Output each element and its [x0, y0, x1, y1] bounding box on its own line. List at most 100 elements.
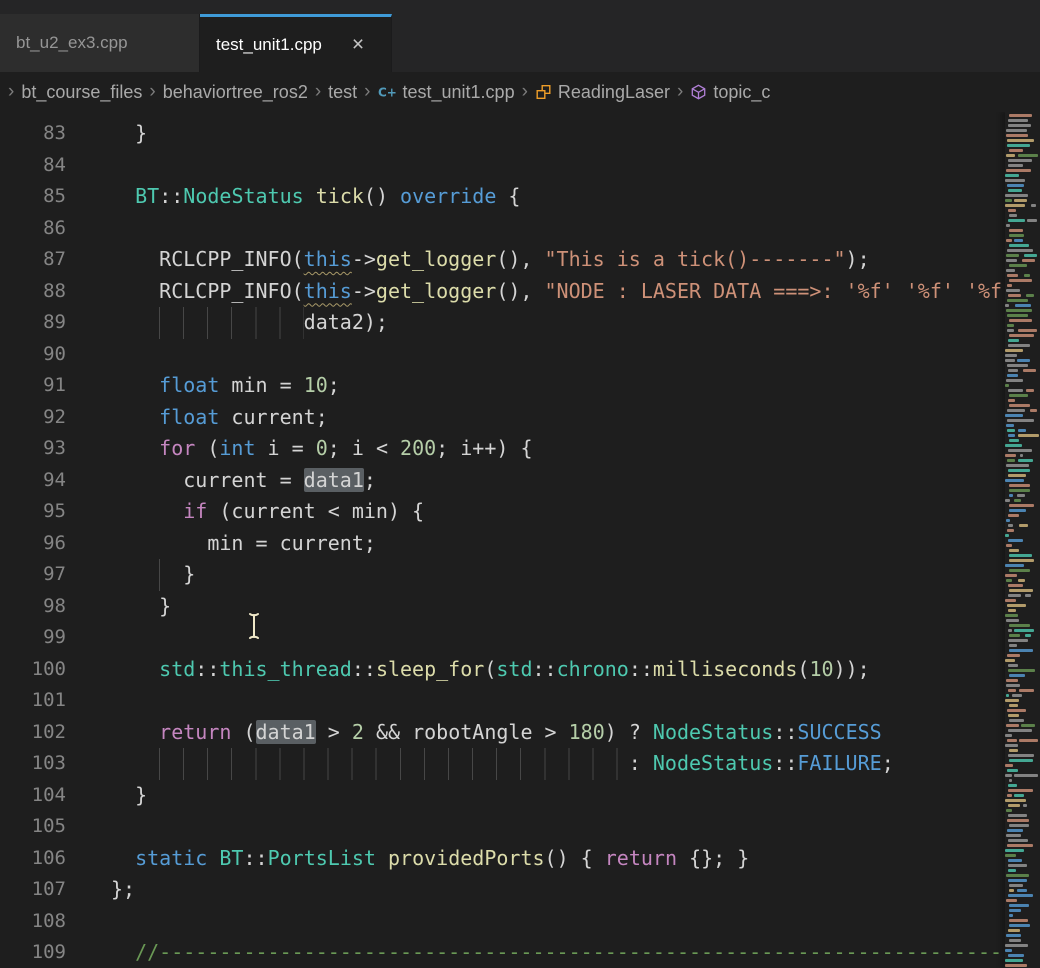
- line-number[interactable]: 98: [0, 591, 66, 623]
- line-number[interactable]: 89: [0, 307, 66, 339]
- code-line[interactable]: 94 current = data1;: [0, 465, 1040, 497]
- line-number[interactable]: 105: [0, 811, 66, 843]
- line-number[interactable]: 94: [0, 465, 66, 497]
- minimap-mark: [1014, 794, 1023, 797]
- close-icon[interactable]: ×: [352, 34, 364, 55]
- minimap-mark: [1006, 519, 1010, 522]
- line-number[interactable]: 103: [0, 748, 66, 780]
- tab-label: bt_u2_ex3.cpp: [16, 33, 128, 53]
- minimap-mark: [1009, 234, 1024, 237]
- line-number[interactable]: 86: [0, 213, 66, 245]
- code-line[interactable]: 95 if (current < min) {: [0, 496, 1040, 528]
- minimap-mark: [1008, 434, 1015, 437]
- method-symbol-icon: [690, 84, 707, 100]
- tab-label: test_unit1.cpp: [216, 35, 322, 55]
- minimap-mark: [1017, 359, 1030, 362]
- code-line[interactable]: 109 //----------------------------------…: [0, 937, 1040, 968]
- line-number[interactable]: 91: [0, 370, 66, 402]
- code-line[interactable]: 98 }: [0, 591, 1040, 623]
- line-number[interactable]: 97: [0, 559, 66, 591]
- code-line[interactable]: 92 float current;: [0, 402, 1040, 434]
- minimap-mark: [1009, 924, 1030, 927]
- code-line[interactable]: 85 BT::NodeStatus tick() override {: [0, 181, 1040, 213]
- code-line[interactable]: 97 }: [0, 559, 1040, 591]
- minimap-mark: [1007, 739, 1017, 742]
- code-line[interactable]: 87 RCLCPP_INFO(this->get_logger(), "This…: [0, 244, 1040, 276]
- breadcrumb-label: bt_course_files: [21, 82, 142, 103]
- breadcrumb-item-behaviortree_ros2[interactable]: behaviortree_ros2: [158, 82, 313, 103]
- minimap-mark: [1008, 594, 1021, 597]
- code-line[interactable]: 100 std::this_thread::sleep_for(std::chr…: [0, 654, 1040, 686]
- code-token: ->: [352, 247, 376, 271]
- minimap-mark: [1014, 239, 1023, 242]
- line-number[interactable]: 96: [0, 528, 66, 560]
- line-number[interactable]: 104: [0, 780, 66, 812]
- line-number[interactable]: 90: [0, 339, 66, 371]
- code-line[interactable]: 104 }: [0, 780, 1040, 812]
- line-number[interactable]: 95: [0, 496, 66, 528]
- code-token: BT: [135, 184, 159, 208]
- breadcrumb-item-test_unit1.cpp[interactable]: C+test_unit1.cpp: [373, 82, 520, 103]
- vscode-editor-window: { "colors": { "accent": "#3f9bd8", "edit…: [0, 0, 1040, 968]
- minimap-mark: [1005, 304, 1009, 307]
- code-line[interactable]: 106 static BT::PortsList providedPorts()…: [0, 843, 1040, 875]
- code-line[interactable]: 91 float min = 10;: [0, 370, 1040, 402]
- line-number[interactable]: 92: [0, 402, 66, 434]
- code-line[interactable]: 107};: [0, 874, 1040, 906]
- breadcrumb-item-bt_course_files[interactable]: bt_course_files: [16, 82, 147, 103]
- code-line[interactable]: 89 data2);: [0, 307, 1040, 339]
- code-token: ::: [195, 657, 219, 681]
- tab-test_unit1.cpp[interactable]: test_unit1.cpp ×: [200, 14, 392, 72]
- line-number[interactable]: 101: [0, 685, 66, 717]
- code-token: return: [159, 720, 231, 744]
- line-number[interactable]: 106: [0, 843, 66, 875]
- line-number[interactable]: 85: [0, 181, 66, 213]
- code-editor[interactable]: 83 }8485 BT::NodeStatus tick() override …: [0, 112, 1040, 968]
- minimap-mark: [1018, 434, 1039, 437]
- minimap-mark: [1008, 159, 1032, 162]
- minimap-mark: [1007, 604, 1026, 607]
- breadcrumb-item-test[interactable]: test: [323, 82, 362, 103]
- minimap-mark: [1008, 469, 1030, 472]
- minimap-mark: [1005, 574, 1017, 577]
- line-number[interactable]: 87: [0, 244, 66, 276]
- line-number[interactable]: 93: [0, 433, 66, 465]
- breadcrumb-item-ReadingLaser[interactable]: ReadingLaser: [530, 82, 675, 103]
- breadcrumb-item-topic_c[interactable]: topic_c: [685, 82, 775, 103]
- line-number[interactable]: 88: [0, 276, 66, 308]
- code-token: ->: [352, 279, 376, 303]
- line-number[interactable]: 83: [0, 118, 66, 150]
- tab-bt_u2_ex3.cpp[interactable]: bt_u2_ex3.cpp: [0, 14, 200, 72]
- line-number[interactable]: 102: [0, 717, 66, 749]
- line-number[interactable]: 84: [0, 150, 66, 182]
- code-text: }: [111, 591, 171, 623]
- minimap-mark: [1009, 914, 1013, 917]
- line-number[interactable]: 107: [0, 874, 66, 906]
- code-line[interactable]: 105: [0, 811, 1040, 843]
- code-line[interactable]: 102 return (data1 > 2 && robotAngle > 18…: [0, 717, 1040, 749]
- code-line[interactable]: 88 RCLCPP_INFO(this->get_logger(), "NODE…: [0, 276, 1040, 308]
- code-line[interactable]: 93 for (int i = 0; i < 200; i++) {: [0, 433, 1040, 465]
- minimap-mark: [1005, 194, 1028, 197]
- code-line[interactable]: 96 min = current;: [0, 528, 1040, 560]
- code-token: get_logger: [376, 247, 496, 271]
- line-number[interactable]: 100: [0, 654, 66, 686]
- code-line[interactable]: 103 : NodeStatus::FAILURE;: [0, 748, 1040, 780]
- minimap-mark: [1008, 124, 1031, 127]
- code-text: static BT::PortsList providedPorts() { r…: [111, 843, 749, 875]
- code-line[interactable]: 86: [0, 213, 1040, 245]
- line-number[interactable]: 108: [0, 906, 66, 938]
- code-line[interactable]: 101: [0, 685, 1040, 717]
- minimap[interactable]: [1005, 112, 1040, 968]
- code-line[interactable]: 99: [0, 622, 1040, 654]
- breadcrumb-label: topic_c: [713, 82, 770, 103]
- minimap-mark: [1021, 724, 1035, 727]
- code-line[interactable]: 84: [0, 150, 1040, 182]
- code-line[interactable]: 83 }: [0, 118, 1040, 150]
- minimap-mark: [1005, 659, 1015, 662]
- line-number[interactable]: 99: [0, 622, 66, 654]
- line-number[interactable]: 109: [0, 937, 66, 968]
- code-line[interactable]: 108: [0, 906, 1040, 938]
- code-line[interactable]: 90: [0, 339, 1040, 371]
- minimap-mark: [1008, 474, 1026, 477]
